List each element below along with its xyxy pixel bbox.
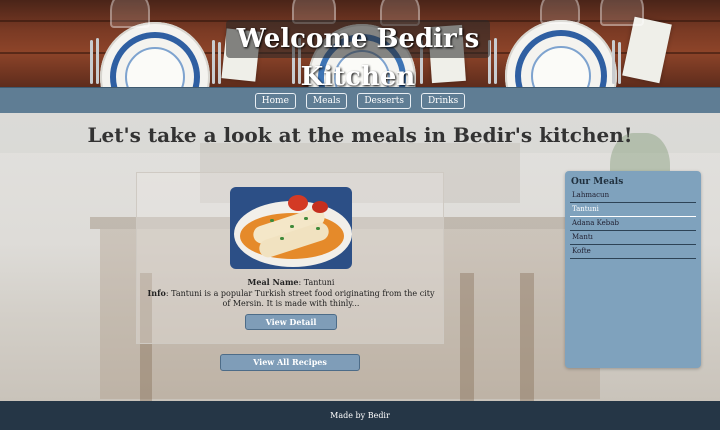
nav-desserts[interactable]: Desserts (357, 93, 411, 109)
plate-image (505, 20, 617, 87)
sidebar-list: Lahmacun Tantuni Adana Kebab Mantı Kofte (570, 189, 696, 259)
meal-info-value: : Tantuni is a popular Turkish street fo… (165, 289, 435, 308)
view-detail-button[interactable]: View Detail (245, 314, 337, 330)
nav-drinks[interactable]: Drinks (420, 93, 466, 109)
sidebar-item-lahmacun[interactable]: Lahmacun (570, 189, 696, 203)
meal-image[interactable] (230, 187, 352, 269)
sidebar-item-adana-kebab[interactable]: Adana Kebab (570, 217, 696, 231)
nav-home[interactable]: Home (254, 93, 296, 109)
meal-description: Meal Name: Tantuni Info: Tantuni is a po… (147, 277, 435, 309)
meal-info-label: Info (147, 288, 166, 298)
footer: Made by Bedir (0, 401, 720, 430)
sidebar-item-tantuni[interactable]: Tantuni (570, 203, 696, 217)
main-nav: Home Meals Desserts Drinks (0, 87, 720, 114)
napkin-image (622, 16, 672, 84)
footer-text: Made by Bedir (330, 411, 390, 420)
page-title: Welcome Bedir's Kitchen (226, 20, 490, 87)
meals-sidebar: Our Meals Lahmacun Tantuni Adana Kebab M… (565, 171, 701, 368)
main-heading: Let's take a look at the meals in Bedir'… (87, 123, 633, 147)
sidebar-item-kofte[interactable]: Kofte (570, 245, 696, 259)
plate-image (100, 22, 210, 87)
nav-meals[interactable]: Meals (305, 93, 348, 109)
view-all-recipes-button[interactable]: View All Recipes (220, 354, 360, 371)
sidebar-item-manti[interactable]: Mantı (570, 231, 696, 245)
meal-card: Meal Name: Tantuni Info: Tantuni is a po… (136, 172, 444, 344)
header-banner: Welcome Bedir's Kitchen (0, 0, 720, 87)
meal-name-value: : Tantuni (298, 278, 335, 287)
sidebar-title: Our Meals (571, 177, 624, 187)
meal-name-label: Meal Name (247, 277, 299, 287)
